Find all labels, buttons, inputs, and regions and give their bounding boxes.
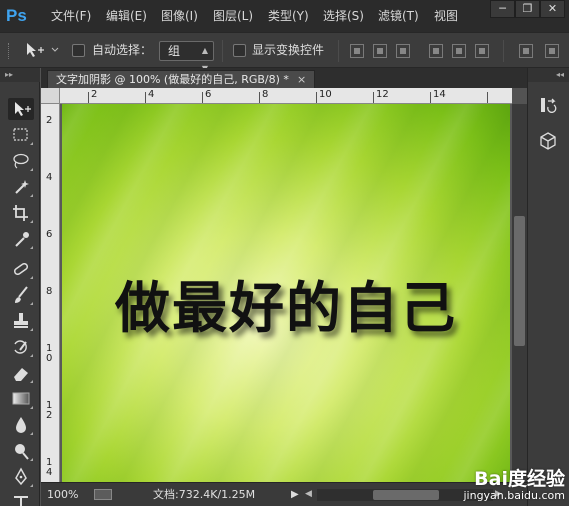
ruler-label: 14 bbox=[433, 89, 446, 100]
dock-collapse-icon[interactable]: ◂◂ bbox=[528, 68, 569, 82]
menu-file[interactable]: 文件(F) bbox=[51, 9, 91, 23]
crop-tool-icon[interactable] bbox=[8, 202, 34, 224]
menu-type[interactable]: 类型(Y) bbox=[268, 9, 309, 23]
close-button[interactable]: ✕ bbox=[540, 0, 565, 18]
preview-icon bbox=[94, 489, 112, 500]
align-vcenter-icon[interactable] bbox=[373, 44, 387, 58]
options-grip[interactable] bbox=[8, 43, 11, 59]
canvas-image[interactable]: 做最好的自己 bbox=[62, 104, 510, 482]
ruler-label: 2 bbox=[91, 89, 98, 100]
history-panel-icon[interactable] bbox=[537, 94, 559, 116]
align-bottom-icon[interactable] bbox=[396, 44, 410, 58]
align-right-icon[interactable] bbox=[475, 44, 489, 58]
options-separator bbox=[222, 40, 223, 62]
type-tool-icon[interactable] bbox=[8, 492, 34, 506]
ruler-label: 4 bbox=[46, 172, 53, 183]
ruler-label: 4 bbox=[148, 89, 155, 100]
tools-panel: ▸▸ bbox=[0, 68, 40, 506]
status-bar: 100% 文档:732.4K/1.25M ▶ ◀ ▶ bbox=[41, 482, 527, 506]
marquee-tool-icon[interactable] bbox=[8, 124, 34, 146]
align-left-icon[interactable] bbox=[429, 44, 443, 58]
move-tool-icon[interactable] bbox=[8, 98, 34, 120]
move-tool-preset-icon[interactable] bbox=[24, 41, 60, 62]
eyedropper-tool-icon[interactable] bbox=[8, 228, 34, 250]
ruler-label: 6 bbox=[46, 229, 53, 240]
vertical-ruler[interactable]: 2 4 6 8 10 12 14 bbox=[41, 104, 60, 482]
pen-tool-icon[interactable] bbox=[8, 466, 34, 488]
options-separator bbox=[503, 40, 504, 62]
canvas-workspace[interactable]: 做最好的自己 bbox=[60, 104, 512, 482]
ruler-label: 10 bbox=[319, 89, 332, 100]
gradient-tool-icon[interactable] bbox=[8, 388, 34, 410]
auto-select-dropdown[interactable]: 组 ▲▼ bbox=[159, 41, 214, 73]
scroll-left-arrow-icon[interactable]: ◀ bbox=[305, 489, 312, 499]
document-tab-title: 文字加阴影 @ 100% (做最好的自己, RGB/8) * bbox=[56, 73, 289, 86]
eraser-tool-icon[interactable] bbox=[8, 362, 34, 384]
align-top-icon[interactable] bbox=[350, 44, 364, 58]
menu-bar: Ps 文件(F) 编辑(E) 图像(I) 图层(L) 类型(Y) 选择(S) 滤… bbox=[0, 0, 569, 32]
tools-collapse-icon[interactable]: ▸▸ bbox=[0, 68, 40, 82]
lasso-tool-icon[interactable] bbox=[8, 150, 34, 172]
brush-tool-icon[interactable] bbox=[8, 284, 34, 306]
vertical-scrollbar[interactable] bbox=[512, 104, 527, 482]
ruler-origin[interactable] bbox=[41, 88, 60, 104]
ruler-label: 14 bbox=[46, 457, 53, 478]
menu-filter[interactable]: 滤镜(T) bbox=[378, 9, 419, 23]
status-menu-arrow-icon[interactable]: ▶ bbox=[291, 489, 299, 500]
distribute-vcenter-icon[interactable] bbox=[545, 44, 559, 58]
ruler-label: 12 bbox=[46, 400, 53, 421]
options-separator bbox=[338, 40, 339, 62]
auto-select-label: 自动选择： bbox=[92, 43, 153, 57]
document-tab-bar: 文字加阴影 @ 100% (做最好的自己, RGB/8) * × bbox=[41, 68, 527, 88]
watermark-url: jingyan.baidu.com bbox=[463, 489, 565, 502]
horizontal-scrollbar-thumb[interactable] bbox=[373, 490, 439, 500]
menu-select[interactable]: 选择(S) bbox=[323, 9, 364, 23]
minimize-button[interactable]: ─ bbox=[490, 0, 515, 18]
show-transform-label: 显示变换控件 bbox=[252, 43, 325, 57]
blur-tool-icon[interactable] bbox=[8, 414, 34, 436]
align-hcenter-icon[interactable] bbox=[452, 44, 466, 58]
auto-select-value: 组 bbox=[168, 44, 181, 58]
canvas-text-layer[interactable]: 做最好的自己 bbox=[62, 276, 510, 340]
panel-dock: ◂◂ bbox=[527, 68, 569, 506]
window-controls: ─ ❐ ✕ bbox=[490, 0, 565, 20]
vertical-scrollbar-thumb[interactable] bbox=[514, 216, 525, 346]
menu-image[interactable]: 图像(I) bbox=[161, 9, 198, 23]
ruler-label: 8 bbox=[46, 286, 53, 297]
close-tab-icon[interactable]: × bbox=[297, 73, 306, 86]
history-brush-tool-icon[interactable] bbox=[8, 336, 34, 358]
menu-view[interactable]: 视图 bbox=[434, 9, 458, 23]
distribute-top-icon[interactable] bbox=[519, 44, 533, 58]
ruler-label: 2 bbox=[46, 115, 53, 126]
clone-stamp-tool-icon[interactable] bbox=[8, 310, 34, 332]
3d-panel-icon[interactable] bbox=[537, 130, 559, 152]
ruler-label: 8 bbox=[262, 89, 269, 100]
ruler-label: 10 bbox=[46, 343, 53, 364]
healing-brush-tool-icon[interactable] bbox=[8, 258, 34, 280]
ruler-label: 6 bbox=[205, 89, 212, 100]
photoshop-logo: Ps bbox=[6, 6, 27, 25]
horizontal-ruler[interactable]: 2 4 6 8 10 12 14 bbox=[60, 88, 512, 104]
baidu-jingyan-watermark: Bai度经验 jingyan.baidu.com bbox=[463, 468, 565, 502]
restore-button[interactable]: ❐ bbox=[515, 0, 540, 18]
ruler-label: 12 bbox=[376, 89, 389, 100]
document-size-info: 文档:732.4K/1.25M bbox=[153, 488, 256, 501]
dodge-tool-icon[interactable] bbox=[8, 440, 34, 462]
menu-layer[interactable]: 图层(L) bbox=[213, 9, 253, 23]
document-tab[interactable]: 文字加阴影 @ 100% (做最好的自己, RGB/8) * × bbox=[47, 70, 316, 88]
zoom-level[interactable]: 100% bbox=[47, 488, 78, 501]
options-bar: 自动选择： 组 ▲▼ 显示变换控件 bbox=[0, 32, 569, 73]
watermark-logo: Bai度经验 bbox=[474, 468, 565, 490]
show-transform-checkbox[interactable] bbox=[233, 44, 246, 57]
menu-edit[interactable]: 编辑(E) bbox=[106, 9, 147, 23]
auto-select-checkbox[interactable] bbox=[72, 44, 85, 57]
quick-select-tool-icon[interactable] bbox=[8, 176, 34, 198]
